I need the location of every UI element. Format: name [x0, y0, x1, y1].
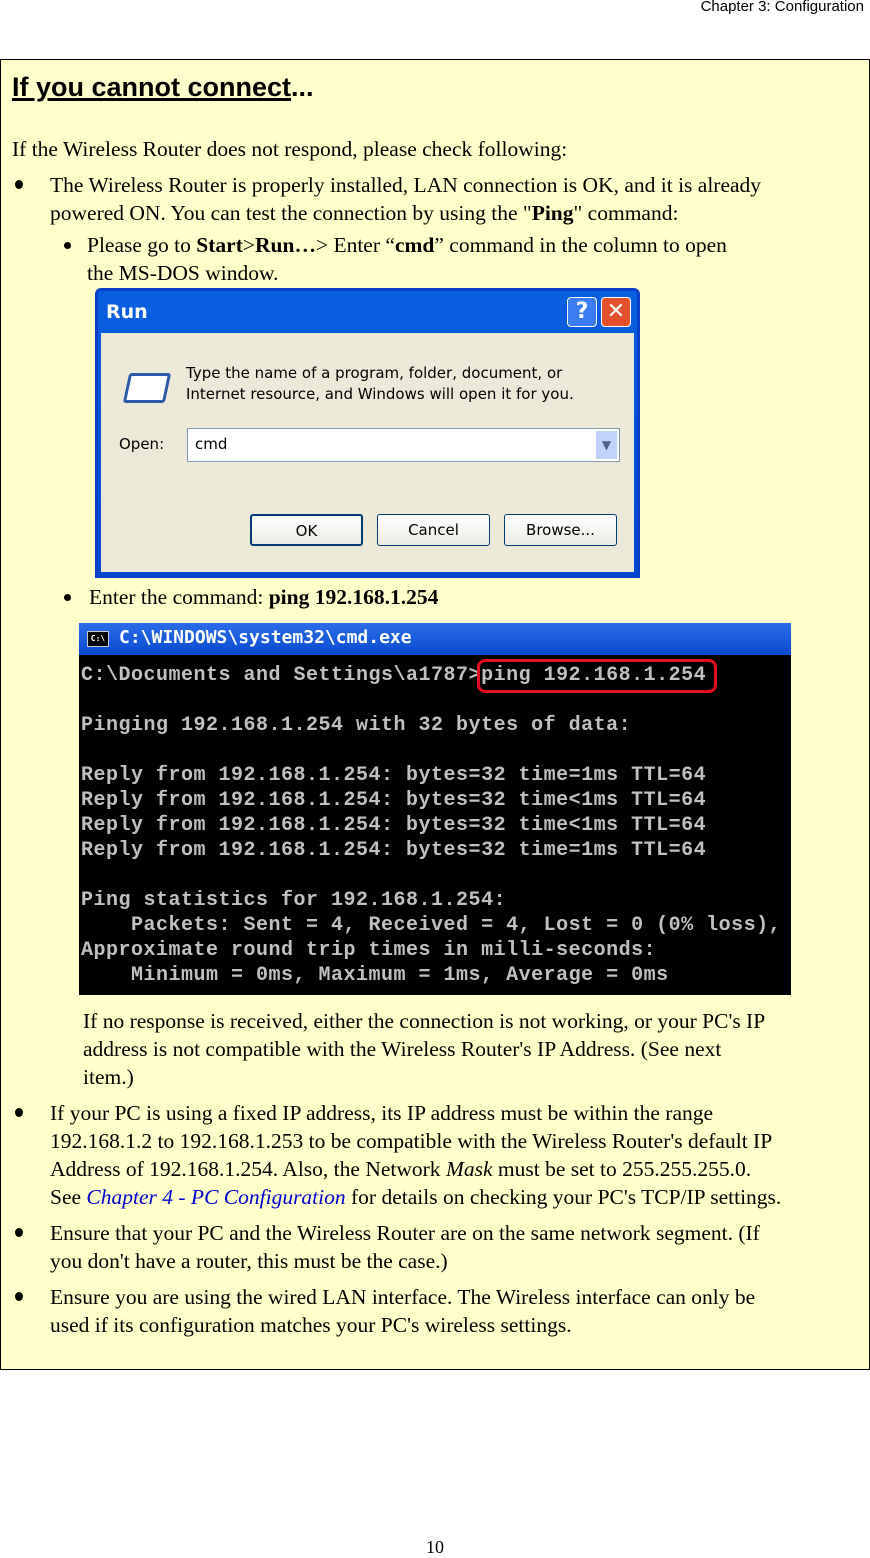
cmd-output-line: Reply from 192.168.1.254: bytes=32 time<… — [81, 814, 707, 837]
open-input-value: cmd — [195, 435, 228, 453]
bullet-icon — [15, 1292, 23, 1301]
help-button[interactable]: ? — [567, 297, 597, 327]
open-combobox[interactable]: cmd ▼ — [187, 428, 620, 462]
cmd-output-line: Approximate round trip times in milli-se… — [81, 939, 657, 962]
cmd-output-line: Reply from 192.168.1.254: bytes=32 time=… — [81, 764, 707, 787]
sub-bullet-icon — [64, 242, 71, 249]
bullet-1-line1: The Wireless Router is properly installe… — [50, 173, 762, 197]
bullet-2-line1: If your PC is using a fixed IP address, … — [50, 1101, 714, 1125]
no-response-line1: If no response is received, either the c… — [83, 1009, 766, 1033]
run-description: Type the name of a program, folder, docu… — [186, 364, 574, 403]
section-heading: If you cannot connect... — [12, 72, 314, 102]
run-dialog-screenshot: Run ? ✕ Type the name of a program, fold… — [95, 288, 640, 578]
bullet-2-line2: 192.168.1.2 to 192.168.1.253 to be compa… — [50, 1129, 773, 1153]
cmd-title: C:\WINDOWS\system32\cmd.exe — [119, 627, 412, 648]
cmd-output-line: Reply from 192.168.1.254: bytes=32 time=… — [81, 839, 707, 862]
sub-bullet-1-line2: the MS-DOS window. — [87, 261, 279, 285]
no-response-line3: item.) — [83, 1065, 134, 1089]
bullet-3-line2: you don't have a router, this must be th… — [50, 1249, 448, 1273]
intro-text: If the Wireless Router does not respond,… — [12, 137, 568, 161]
bullet-icon — [15, 1108, 23, 1117]
browse-button[interactable]: Browse... — [504, 514, 617, 546]
no-response-line2: address is not compatible with the Wirel… — [83, 1037, 722, 1061]
sub-bullet-2: Enter the command: ping 192.168.1.254 — [89, 585, 439, 609]
close-button[interactable]: ✕ — [601, 297, 631, 327]
bullet-icon — [15, 1228, 23, 1237]
cmd-output-line: Ping statistics for 192.168.1.254: — [81, 889, 507, 912]
bullet-2-line4: See Chapter 4 - PC Configuration for det… — [50, 1185, 782, 1209]
bullet-4-line2: used if its configuration matches your P… — [50, 1313, 572, 1337]
bullet-icon — [15, 180, 23, 189]
bullet-1-line2: powered ON. You can test the connection … — [50, 201, 679, 225]
cmd-output-line: Packets: Sent = 4, Received = 4, Lost = … — [81, 914, 782, 937]
cmd-output-line: Reply from 192.168.1.254: bytes=32 time<… — [81, 789, 707, 812]
highlight-circle — [477, 659, 717, 693]
bullet-3-line1: Ensure that your PC and the Wireless Rou… — [50, 1221, 760, 1245]
chevron-down-icon[interactable]: ▼ — [596, 431, 617, 459]
bullet-4-line1: Ensure you are using the wired LAN inter… — [50, 1285, 756, 1309]
bullet-2-line3: Address of 192.168.1.254. Also, the Netw… — [50, 1157, 752, 1181]
cmd-output-line: Minimum = 0ms, Maximum = 1ms, Average = … — [81, 964, 669, 987]
cmd-title-bar: C:\ C:\WINDOWS\system32\cmd.exe — [79, 623, 791, 655]
ok-button[interactable]: OK — [250, 514, 363, 546]
cancel-button[interactable]: Cancel — [377, 514, 490, 546]
open-label: Open: — [119, 435, 165, 453]
run-dialog-title: Run — [106, 301, 148, 323]
run-program-icon — [122, 373, 172, 403]
chapter-4-link[interactable]: Chapter 4 - PC Configuration — [86, 1185, 345, 1209]
sub-bullet-1-line1: Please go to Start>Run…> Enter “cmd” com… — [87, 233, 727, 257]
cmd-icon: C:\ — [87, 631, 109, 647]
running-header: Chapter 3: Configuration — [700, 0, 864, 15]
cmd-window-screenshot: C:\ C:\WINDOWS\system32\cmd.exe C:\Docume… — [79, 623, 791, 995]
cmd-output-line: Pinging 192.168.1.254 with 32 bytes of d… — [81, 714, 632, 737]
sub-bullet-icon — [64, 594, 71, 601]
